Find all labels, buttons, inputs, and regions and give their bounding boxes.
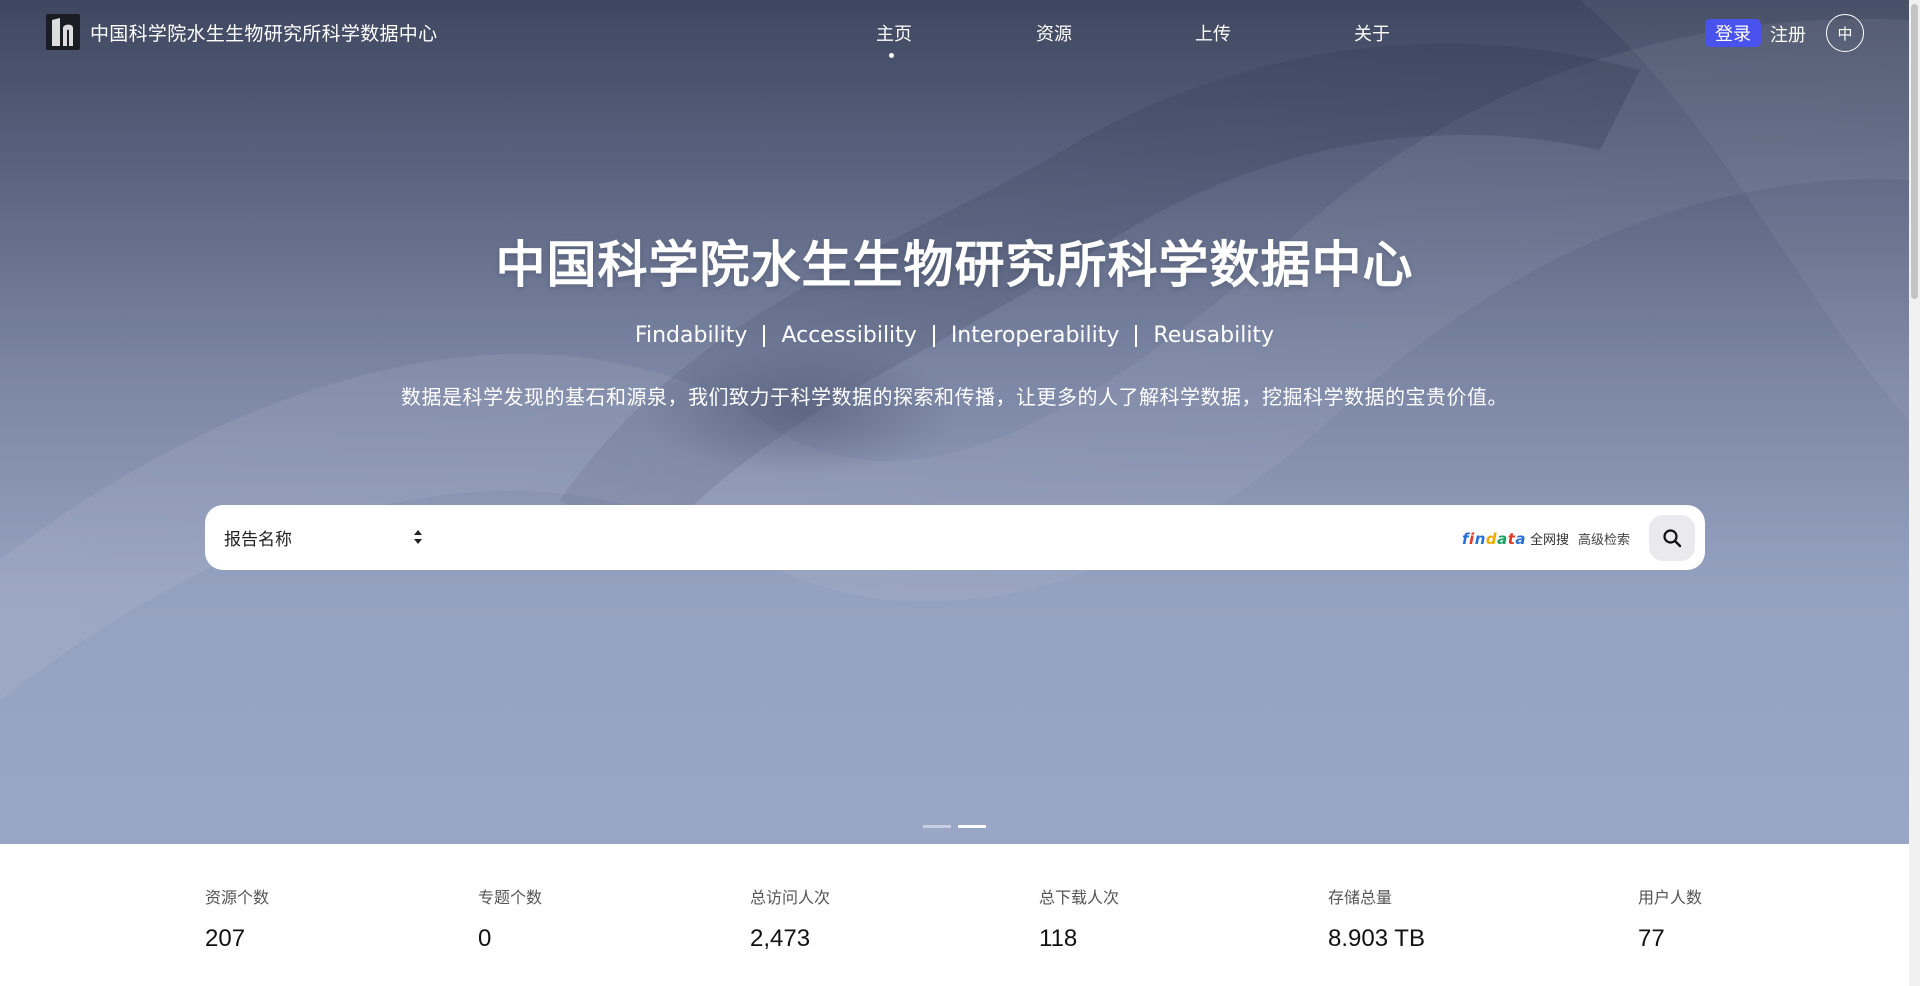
stat-label-resources: 资源个数 (205, 888, 270, 907)
fair-principles: Findability Accessibility Interoperabili… (0, 323, 1909, 348)
fair-divider (932, 324, 935, 347)
hero-background-ribbon (0, 0, 1909, 700)
findata-logo: findata (1462, 529, 1527, 548)
stat-label-topics: 专题个数 (478, 888, 543, 907)
select-updown-arrows-icon (414, 530, 422, 544)
stat-label-users: 用户人数 (1638, 888, 1703, 907)
register-link[interactable]: 注册 (1770, 21, 1806, 47)
site-logo-icon (46, 14, 80, 50)
advanced-search-link[interactable]: 高级检索 (1578, 529, 1630, 548)
brand-home-link[interactable]: 中国科学院水生生物研究所科学数据中心 (46, 14, 437, 50)
site-name: 中国科学院水生生物研究所科学数据中心 (90, 22, 438, 45)
hero-slogan: 数据是科学发现的基石和源泉，我们致力于科学数据的探索和传播，让更多的人了解科学数… (401, 385, 1508, 409)
top-navbar: 中国科学院水生生物研究所科学数据中心 主页 资源 上传 关于 登录 注册 中 (0, 0, 1909, 64)
nav-active-indicator (889, 53, 894, 58)
page: 中国科学院水生生物研究所科学数据中心 主页 资源 上传 关于 登录 注册 中 中… (0, 0, 1920, 986)
fair-accessibility: Accessibility (781, 323, 917, 348)
fair-divider (1135, 324, 1138, 347)
stat-label-visits: 总访问人次 (750, 888, 831, 907)
search-button[interactable] (1649, 515, 1695, 561)
stat-label-storage: 存储总量 (1328, 888, 1393, 907)
search-bar: 报告名称 findata 全网搜 高级检索 (205, 505, 1705, 570)
hero-banner: 中国科学院水生生物研究所科学数据中心 主页 资源 上传 关于 登录 注册 中 中… (0, 0, 1909, 844)
nav-item-home[interactable]: 主页 (876, 20, 912, 46)
nav-item-resources[interactable]: 资源 (1036, 20, 1072, 46)
search-icon (1663, 529, 1682, 548)
scrollbar-thumb[interactable] (1911, 4, 1918, 299)
nav-item-about[interactable]: 关于 (1354, 20, 1390, 46)
fair-findability: Findability (634, 323, 748, 348)
stat-label-downloads: 总下载人次 (1039, 888, 1120, 907)
stat-value-visits: 2,473 (750, 925, 811, 952)
search-field-select[interactable]: 报告名称 (205, 505, 435, 570)
stat-value-resources: 207 (205, 925, 246, 952)
fair-reusability: Reusability (1153, 323, 1275, 348)
search-input[interactable] (445, 517, 1625, 558)
carousel-indicator-2[interactable] (958, 825, 986, 828)
fair-interoperability: Interoperability (950, 323, 1120, 348)
findata-label: 全网搜 (1530, 533, 1570, 548)
findata-global-search-link[interactable]: findata 全网搜 (1462, 529, 1570, 549)
stat-value-downloads: 118 (1039, 925, 1078, 952)
stat-value-topics: 0 (478, 925, 492, 952)
search-field-selected: 报告名称 (224, 530, 292, 550)
stat-value-storage: 8.903 TB (1328, 925, 1425, 952)
fair-divider (763, 324, 766, 347)
language-switch-button[interactable]: 中 (1826, 14, 1864, 52)
login-button[interactable]: 登录 (1705, 19, 1761, 47)
nav-item-upload[interactable]: 上传 (1195, 20, 1231, 46)
stat-value-users: 77 (1638, 925, 1665, 952)
carousel-indicator-1[interactable] (923, 825, 951, 828)
hero-title: 中国科学院水生生物研究所科学数据中心 (495, 236, 1414, 294)
